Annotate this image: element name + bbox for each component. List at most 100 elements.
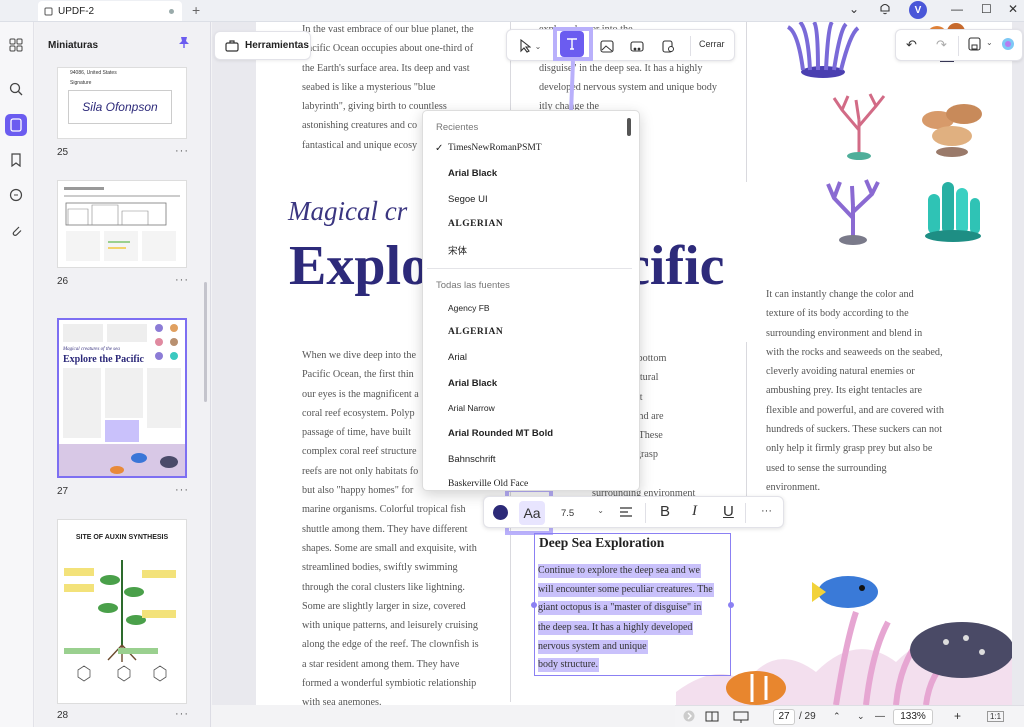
thumbnail-title: Explore the Pacific [63,354,144,365]
presentation-icon[interactable] [733,711,749,726]
text-line: shuttle among them. They have different [302,523,468,535]
thumbnail-more-button[interactable]: ··· [175,274,189,286]
comment-icon[interactable] [5,184,27,206]
toolbar-divider [645,503,646,523]
chevron-down-icon[interactable]: ⌄ [986,38,993,47]
column-divider [746,342,747,522]
text-line: used to sense the surrounding [766,462,887,474]
font-option-arial-black[interactable]: Arial Black [448,378,497,389]
underline-button[interactable]: U [723,503,734,520]
font-option-segoe-ui[interactable]: Segoe UI [448,194,488,205]
font-family-button[interactable]: Aa [519,501,545,525]
select-cursor-icon[interactable] [515,36,535,56]
font-size-value: 7.5 [561,507,575,519]
font-size-select[interactable]: 7.5 ⌄ [558,502,608,524]
search-icon[interactable] [5,78,27,100]
pin-icon[interactable] [178,36,190,54]
font-dropdown[interactable]: Recientes ✓ TimesNewRomanPSMT Arial Blac… [422,110,640,491]
text-line: with sea anemones. [302,697,382,705]
text-line: only help it firmly grasp prey but also … [766,443,933,455]
tools-button[interactable]: Herramientas [214,31,311,60]
current-page-input[interactable]: 27 [773,709,795,725]
text-column-3: It can instantly change the color and tex… [766,285,944,497]
page-thumbnail-27[interactable]: Magical creatures of the sea Explore the… [57,318,187,478]
font-option-timesnewroman[interactable]: TimesNewRomanPSMT [448,143,542,153]
text-line: flexible and powerful, and are covered w… [766,404,944,416]
align-left-icon[interactable] [619,505,633,522]
font-option-arial-rounded[interactable]: Arial Rounded MT Bold [448,428,553,439]
close-icon[interactable]: ✕ [1008,2,1018,16]
bookmark-icon[interactable] [5,149,27,171]
font-option-arial[interactable]: Arial [448,352,467,363]
font-option-bahnschrift[interactable]: Bahnschrift [448,454,496,465]
redo-icon[interactable]: ↷ [936,37,947,53]
mushroom-coral-icon [922,104,982,157]
text-line: through the coral clusters like lightnin… [302,581,465,593]
prev-page-icon[interactable]: ⌃ [833,711,841,722]
font-option-algerian[interactable]: ALGERIAN [448,219,503,229]
text-line: with the rocks and seaweeds on the seabe… [766,346,943,358]
page-view-icon[interactable] [705,711,719,725]
font-option-songti[interactable]: 宋体 [448,243,467,257]
thumbnail-more-button[interactable]: ··· [175,708,189,720]
menu-scrollbar[interactable] [627,118,631,136]
italic-button[interactable]: I [692,503,697,520]
thumbnail-more-button[interactable]: ··· [175,145,189,157]
menu-separator [427,268,632,269]
bold-button[interactable]: B [660,503,670,520]
selected-text-line[interactable]: giant octopus is a "master of disguise" … [538,601,703,615]
selected-text-line[interactable]: nervous system and unique [538,640,648,654]
chevron-down-icon[interactable]: ⌄ [533,36,543,56]
text-format-bar: Aa 7.5 ⌄ B I U ··· [483,496,784,528]
selected-text-line[interactable]: will encounter some peculiar creatures. … [538,583,714,597]
font-option-agency-fb[interactable]: Agency FB [448,303,490,313]
undo-icon[interactable]: ↶ [906,37,917,53]
zoom-in-button[interactable]: + [954,709,961,723]
save-icon[interactable] [968,37,981,56]
next-page-icon[interactable]: ⌄ [857,711,865,722]
new-tab-button[interactable]: + [192,2,200,18]
toolbar-divider [745,503,746,523]
font-option-arial-narrow[interactable]: Arial Narrow [448,403,495,413]
image-tool-icon[interactable] [597,36,617,56]
selected-box-title[interactable]: Deep Sea Exploration [539,535,664,551]
attachment-icon[interactable] [5,219,27,241]
resize-handle-left[interactable] [531,602,537,608]
document-tab[interactable]: UPDF-2 [38,1,182,21]
resize-handle-right[interactable] [728,602,734,608]
purple-anemone-icon [786,22,860,78]
thumbnail-text: 94086, United States [70,70,117,76]
page-thumbnail-26[interactable] [57,180,187,268]
chevron-down-icon[interactable]: ⌄ [849,2,859,16]
font-option-baskerville[interactable]: Baskerville Old Face [448,479,528,489]
font-option-algerian[interactable]: ALGERIAN [448,327,503,337]
selected-text-line[interactable]: Continue to explore the deep sea and we [538,564,701,578]
close-button[interactable]: Cerrar [699,39,725,49]
text-line: Some are slightly larger in size, covere… [302,600,466,612]
selected-text-line[interactable]: body structure. [538,658,599,672]
collapse-icon[interactable] [683,710,695,725]
thumbnail-more-button[interactable]: ··· [175,484,189,496]
actual-size-button[interactable]: 1:1 [987,711,1005,722]
crop-tool-icon[interactable] [658,36,678,56]
edit-page-icon[interactable] [5,114,27,136]
more-options-button[interactable]: ··· [761,505,772,517]
font-option-arial-black[interactable]: Arial Black [448,168,497,179]
thumbnails-icon[interactable] [5,34,27,56]
link-tool-icon[interactable] [627,36,647,56]
selected-text-line[interactable]: the deep sea. It has a highly developed [538,621,694,635]
updf-ai-icon[interactable] [1000,36,1016,57]
thumbnail-scrollbar[interactable] [204,282,207,402]
avatar[interactable]: V [909,1,927,19]
minimize-icon[interactable]: — [951,2,963,16]
maximize-icon[interactable]: ☐ [981,2,992,16]
zoom-level[interactable]: 133% [893,709,933,725]
text-line: cleverly avoiding natural enemies or [766,366,915,378]
bell-icon[interactable] [879,2,891,18]
text-line: shapes. Some are small and exquisite, wi… [302,542,477,554]
page-thumbnail-25[interactable]: 94086, United States Signature Sila Ofon… [57,67,187,139]
text-color-picker[interactable] [493,505,508,520]
zoom-out-button[interactable]: — [875,711,885,722]
page-thumbnail-28[interactable]: SITE OF AUXIN SYNTHESIS [57,519,187,704]
text-line: seabed is like a mysterious "blue [302,81,436,93]
